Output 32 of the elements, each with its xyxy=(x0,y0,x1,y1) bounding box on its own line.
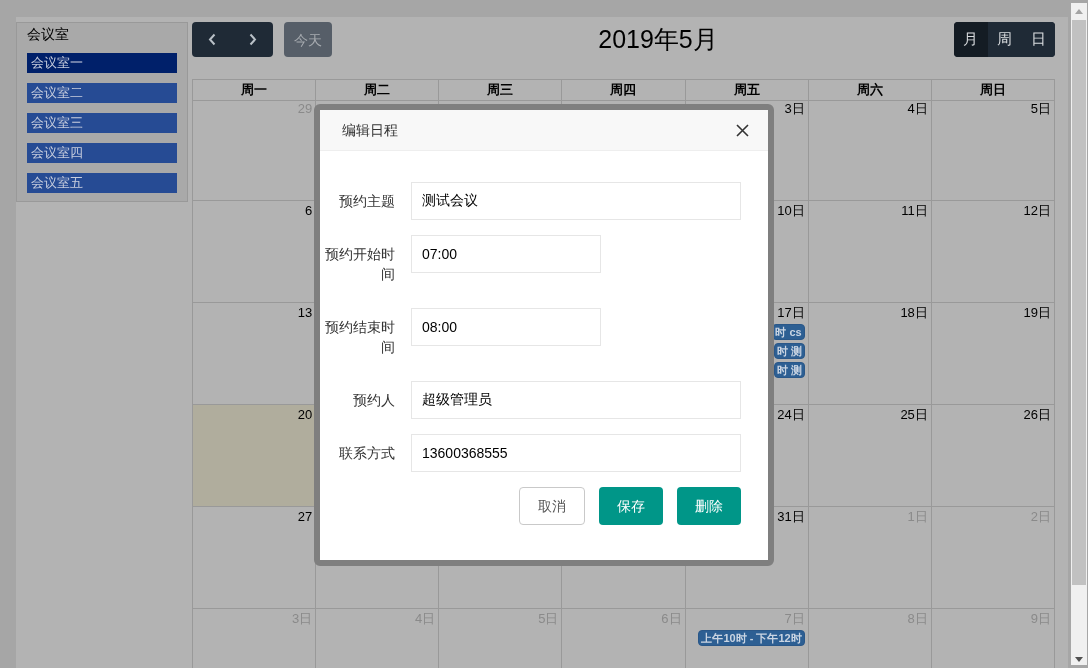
weekday-header: 周日 xyxy=(979,81,1006,99)
day-number: 24日 xyxy=(777,407,805,423)
day-number: 10日 xyxy=(777,203,805,219)
day-number: 13 xyxy=(297,305,313,321)
day-number: 17日 xyxy=(777,305,805,321)
weekday-header: 周三 xyxy=(487,81,514,99)
day-number: 20 xyxy=(297,407,313,423)
weekday-header: 周六 xyxy=(856,81,883,99)
calendar-title: 2019年5月 xyxy=(597,23,718,55)
day-number: 18日 xyxy=(900,305,928,321)
day-number: 27 xyxy=(297,509,313,525)
day-number: 19日 xyxy=(1023,305,1051,321)
day-number: 25日 xyxy=(900,407,928,423)
sidebar-title: 会议室 xyxy=(27,25,69,43)
day-number: 3日 xyxy=(784,101,805,117)
weekday-header: 周四 xyxy=(610,81,637,99)
weekday-header: 周五 xyxy=(733,81,760,99)
day-number: 11日 xyxy=(901,203,928,219)
day-number: 6 xyxy=(304,203,313,219)
dialog-title: 编辑日程 xyxy=(342,121,398,140)
day-number: 4日 xyxy=(907,101,928,117)
day-number: 5日 xyxy=(1030,101,1051,117)
field-label: 预约人 xyxy=(352,391,395,410)
day-number: 26日 xyxy=(1023,407,1051,423)
day-number: 31日 xyxy=(777,509,805,525)
field-label: 联系方式 xyxy=(338,444,395,463)
field-label: 预约结束时间 xyxy=(325,318,395,357)
field-label: 预约开始时间 xyxy=(325,245,395,284)
day-number: 12日 xyxy=(1023,203,1051,219)
weekday-header: 周二 xyxy=(364,81,391,99)
field-label: 预约主题 xyxy=(338,192,395,211)
weekday-header: 周一 xyxy=(241,81,268,99)
